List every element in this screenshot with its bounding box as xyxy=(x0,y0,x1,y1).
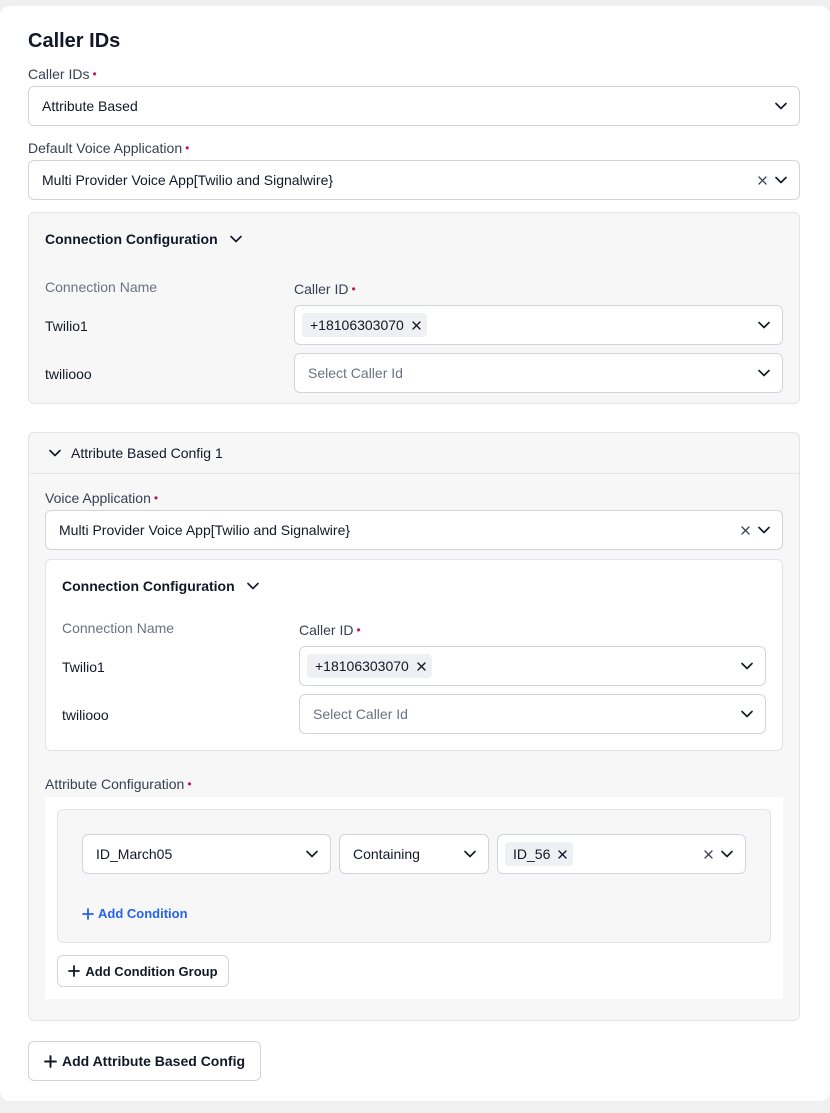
add-condition-group-button[interactable]: Add Condition Group xyxy=(57,955,229,987)
required-dot: • xyxy=(153,491,159,505)
attribute-value: ID_March05 xyxy=(96,846,173,862)
attribute-config-title: Attribute Based Config 1 xyxy=(71,445,223,461)
caller-id-chip: +18106303070 xyxy=(307,654,432,678)
chevron-down-icon[interactable] xyxy=(756,317,772,333)
add-condition-button[interactable]: Add Condition xyxy=(82,906,188,921)
chevron-down-icon[interactable] xyxy=(462,846,478,862)
connection-name-twilio1: Twilio1 xyxy=(45,318,88,334)
condition-group: ID_March05 Containing ID_56 Add Conditio… xyxy=(57,809,771,943)
attribute-configuration-area: ID_March05 Containing ID_56 Add Conditio… xyxy=(45,797,783,999)
default-voice-app-select[interactable]: Multi Provider Voice App[Twilio and Sign… xyxy=(28,160,800,200)
condition-value-chips: ID_56 xyxy=(505,842,701,866)
close-icon[interactable] xyxy=(558,849,568,859)
add-attribute-config-label: Add Attribute Based Config xyxy=(61,1053,246,1069)
chevron-down-icon[interactable] xyxy=(228,231,244,247)
connection-config-panel: Connection Configuration Connection Name… xyxy=(28,212,800,404)
chevron-down-icon[interactable] xyxy=(719,846,735,862)
connection-name-twiliooo: twiliooo xyxy=(45,366,92,382)
default-voice-app-value: Multi Provider Voice App[Twilio and Sign… xyxy=(42,172,334,188)
connection-config-header[interactable]: Connection Configuration xyxy=(45,231,244,247)
required-dot: • xyxy=(356,623,361,637)
caller-ids-label: Caller IDs • xyxy=(28,66,97,82)
voice-application-select[interactable]: Multi Provider Voice App[Twilio and Sign… xyxy=(45,510,783,550)
chevron-down-icon[interactable] xyxy=(739,706,755,722)
caller-ids-select[interactable]: Attribute Based xyxy=(28,86,800,126)
caller-id-select-twilio1[interactable]: +18106303070 xyxy=(294,305,783,345)
caller-id-header-text: Caller ID xyxy=(294,281,349,297)
chevron-down-icon[interactable] xyxy=(739,658,755,674)
close-icon[interactable] xyxy=(412,320,421,330)
caller-id-header-text: Caller ID xyxy=(299,622,354,638)
add-condition-group-label: Add Condition Group xyxy=(85,963,218,979)
attribute-config-header[interactable]: Attribute Based Config 1 xyxy=(47,445,223,461)
caller-id-header: Caller ID • xyxy=(294,281,356,297)
condition-value-chip: ID_56 xyxy=(505,842,574,866)
connection-config-title: Connection Configuration xyxy=(45,231,218,247)
voice-application-label-text: Voice Application xyxy=(45,490,151,506)
chevron-down-icon[interactable] xyxy=(756,365,772,381)
caller-id-placeholder: Select Caller Id xyxy=(313,706,408,722)
add-attribute-config-button[interactable]: Add Attribute Based Config xyxy=(28,1041,261,1081)
close-icon[interactable] xyxy=(755,173,769,187)
required-dot: • xyxy=(92,67,97,81)
chevron-down-icon xyxy=(773,98,789,114)
chevron-down-icon[interactable] xyxy=(245,578,261,594)
voice-application-label: Voice Application • xyxy=(45,490,158,506)
attribute-configuration-label: Attribute Configuration • xyxy=(45,776,192,792)
page-title: Caller IDs xyxy=(28,30,121,52)
connection-config-title: Connection Configuration xyxy=(62,578,235,594)
default-voice-app-label: Default Voice Application • xyxy=(28,140,189,156)
caller-ids-label-text: Caller IDs xyxy=(28,66,90,82)
condition-value-select[interactable]: ID_56 xyxy=(497,834,746,874)
nested-connection-config-panel: Connection Configuration Connection Name… xyxy=(45,559,783,751)
connection-name-header: Connection Name xyxy=(45,279,158,295)
voice-application-value: Multi Provider Voice App[Twilio and Sign… xyxy=(59,522,351,538)
caller-ids-value: Attribute Based xyxy=(42,98,138,114)
caller-id-chip-label: +18106303070 xyxy=(315,658,409,674)
caller-id-placeholder: Select Caller Id xyxy=(308,365,403,381)
chevron-down-icon[interactable] xyxy=(773,172,789,188)
caller-id-select-twiliooo[interactable]: Select Caller Id xyxy=(294,353,783,393)
caller-ids-card: Caller IDs Caller IDs • Attribute Based D… xyxy=(0,6,830,1101)
required-dot: • xyxy=(185,141,190,155)
chevron-down-icon[interactable] xyxy=(756,522,772,538)
caller-id-chips: +18106303070 xyxy=(307,654,739,678)
plus-icon xyxy=(68,965,81,977)
caller-id-chip-label: +18106303070 xyxy=(310,317,404,333)
default-voice-app-label-text: Default Voice Application xyxy=(28,140,183,156)
attribute-select[interactable]: ID_March05 xyxy=(82,834,331,874)
attribute-configuration-label-text: Attribute Configuration xyxy=(45,776,185,792)
caller-id-chips: +18106303070 xyxy=(302,313,756,337)
operator-select[interactable]: Containing xyxy=(339,834,489,874)
attribute-config-panel: Attribute Based Config 1 Voice Applicati… xyxy=(28,432,800,1021)
connection-name-header: Connection Name xyxy=(62,620,175,636)
caller-id-select-twilio1[interactable]: +18106303070 xyxy=(299,646,766,686)
close-icon[interactable] xyxy=(701,847,715,861)
plus-icon xyxy=(82,907,94,920)
connection-name-twilio1: Twilio1 xyxy=(62,659,105,675)
chevron-down-icon[interactable] xyxy=(47,445,63,461)
plus-icon xyxy=(44,1054,57,1068)
divider xyxy=(29,473,799,474)
add-condition-label: Add Condition xyxy=(98,906,188,921)
chevron-down-icon[interactable] xyxy=(304,846,320,862)
close-icon[interactable] xyxy=(417,661,426,671)
required-dot: • xyxy=(187,777,192,791)
close-icon[interactable] xyxy=(738,523,752,537)
connection-name-twiliooo: twiliooo xyxy=(62,707,109,723)
caller-id-select-twiliooo[interactable]: Select Caller Id xyxy=(299,694,766,734)
caller-id-header: Caller ID • xyxy=(299,622,361,638)
operator-value: Containing xyxy=(353,846,420,862)
connection-config-header[interactable]: Connection Configuration xyxy=(62,578,261,594)
caller-id-chip: +18106303070 xyxy=(302,313,427,337)
required-dot: • xyxy=(351,282,356,296)
condition-value-chip-label: ID_56 xyxy=(513,846,551,862)
